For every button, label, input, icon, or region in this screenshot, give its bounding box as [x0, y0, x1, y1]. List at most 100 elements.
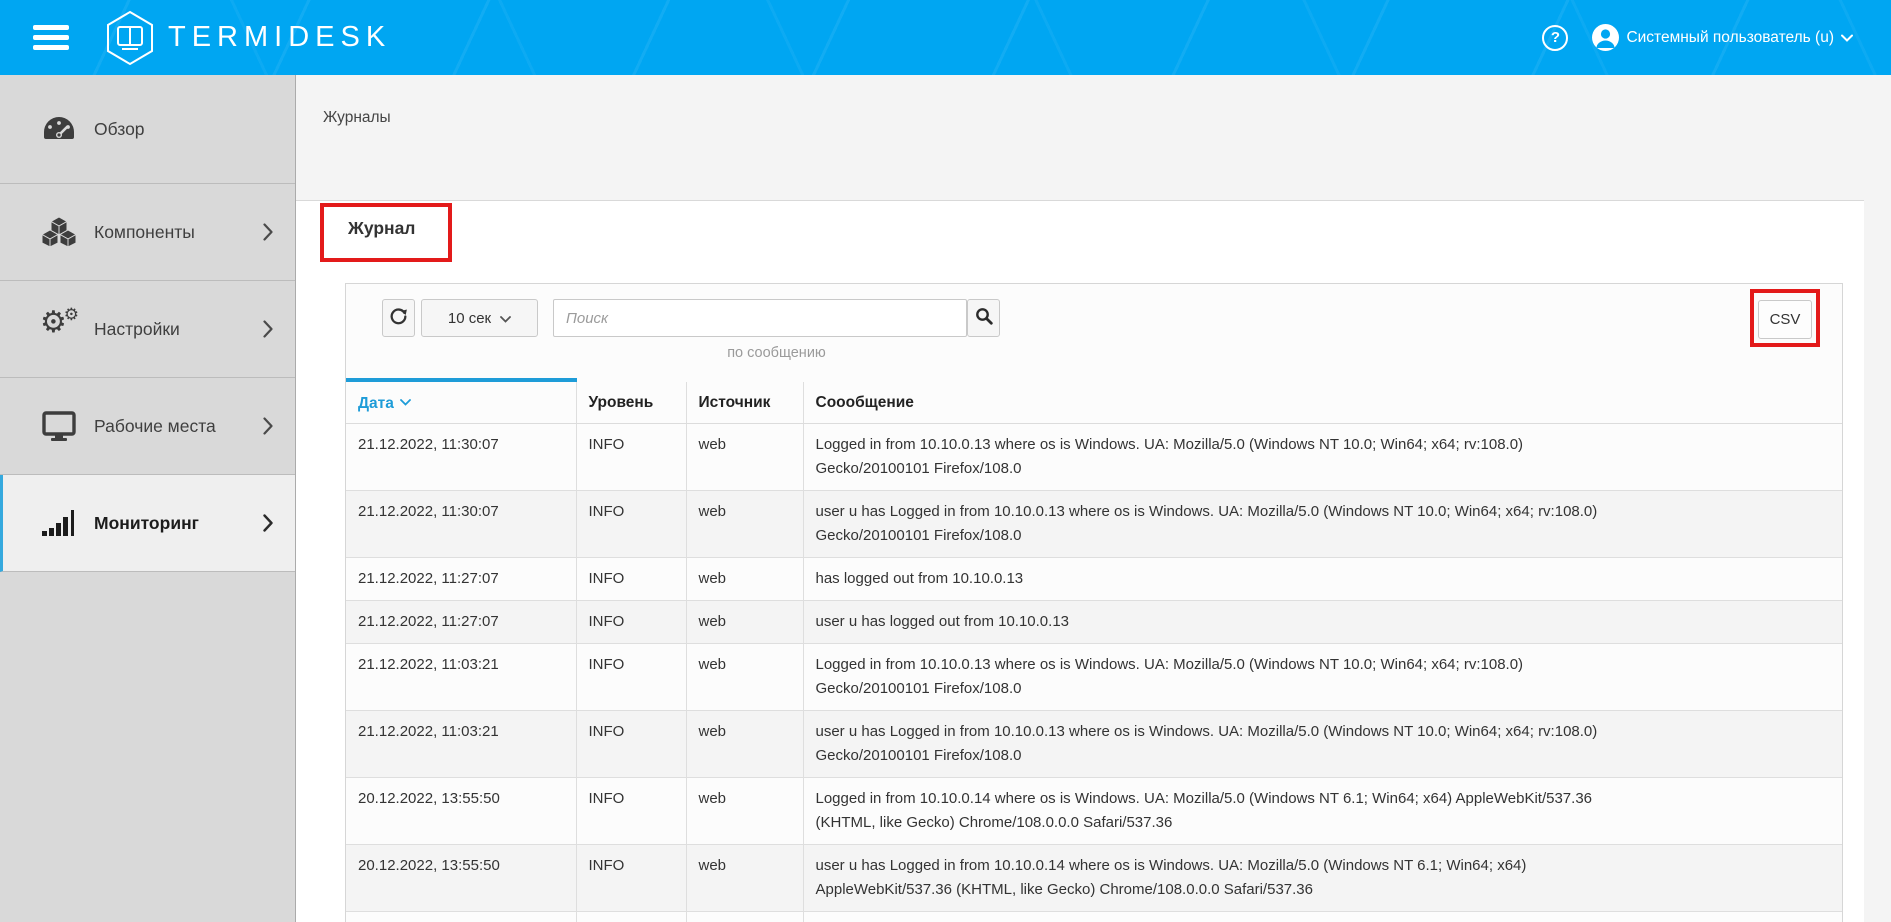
table-row: 21.12.2022, 11:30:07 INFO web user u has…: [346, 491, 1842, 558]
column-header-message[interactable]: Соообщение: [803, 380, 1842, 424]
search-group: [553, 299, 1000, 337]
gears-icon: ⚙⚙: [40, 313, 78, 345]
table-row: 21.12.2022, 11:27:07 INFO web has logged…: [346, 558, 1842, 601]
log-card: 10 сек по сообщению CSV: [345, 283, 1843, 922]
sort-chevron-down-icon: [400, 392, 411, 412]
cell-date: 21.12.2022, 11:30:07: [346, 424, 576, 491]
sidebar-item-label: Компоненты: [94, 222, 195, 243]
cell-source: web: [686, 778, 803, 845]
top-bar: TERMIDESK ? Системный пользователь (u): [0, 0, 1891, 75]
log-table: Дата Уровень Источник Соообщение 21.12.2…: [346, 378, 1842, 922]
cell-date: 20.12.2022, 13:55:50: [346, 845, 576, 912]
sidebar-item-overview[interactable]: Обзор: [0, 75, 295, 184]
cell-date: 21.12.2022, 11:03:21: [346, 711, 576, 778]
table-header-row: Дата Уровень Источник Соообщение: [346, 380, 1842, 424]
cell-level: INFO: [576, 711, 686, 778]
chevron-down-icon: [1841, 34, 1853, 42]
cell-source: web: [686, 644, 803, 711]
table-row: 16.12.2022, 15:46:28 INFO web Logged in …: [346, 912, 1842, 922]
column-label: Дата: [358, 395, 394, 412]
cell-source: web: [686, 491, 803, 558]
cell-date: 20.12.2022, 13:55:50: [346, 778, 576, 845]
chevron-right-icon: [263, 320, 273, 338]
cell-date: 21.12.2022, 11:27:07: [346, 601, 576, 644]
topbar-right: ? Системный пользователь (u): [1542, 24, 1891, 51]
chevron-down-icon: [500, 310, 511, 327]
chevron-right-icon: [263, 223, 273, 241]
sidebar-item-label: Рабочие места: [94, 416, 216, 437]
table-row: 21.12.2022, 11:03:21 INFO web user u has…: [346, 711, 1842, 778]
refresh-icon: [389, 307, 408, 330]
search-hint: по сообщению: [553, 345, 1000, 361]
sidebar-item-label: Обзор: [94, 119, 145, 140]
table-row: 20.12.2022, 13:55:50 INFO web Logged in …: [346, 778, 1842, 845]
cell-message: Logged in from 10.10.0.13 where os is Wi…: [803, 644, 1842, 711]
column-header-date[interactable]: Дата: [346, 380, 576, 424]
cell-level: INFO: [576, 644, 686, 711]
cell-date: 21.12.2022, 11:03:21: [346, 644, 576, 711]
user-name: Системный пользователь (u): [1626, 29, 1834, 47]
cell-message: user u has Logged in from 10.10.0.13 whe…: [803, 711, 1842, 778]
cell-source: web: [686, 424, 803, 491]
cell-source: web: [686, 558, 803, 601]
cell-message: user u has Logged in from 10.10.0.14 whe…: [803, 845, 1842, 912]
chevron-right-icon: [263, 514, 273, 532]
user-menu[interactable]: Системный пользователь (u): [1592, 24, 1853, 51]
search-button[interactable]: [967, 299, 1000, 337]
refresh-interval-value: 10 сек: [448, 310, 491, 327]
sidebar-item-workplaces[interactable]: Рабочие места: [0, 378, 295, 475]
column-header-level[interactable]: Уровень: [576, 380, 686, 424]
chevron-right-icon: [263, 417, 273, 435]
cell-source: web: [686, 601, 803, 644]
search-icon: [975, 307, 993, 329]
sidebar-item-settings[interactable]: ⚙⚙ Настройки: [0, 281, 295, 378]
breadcrumb: Журналы: [323, 109, 391, 127]
csv-export-button[interactable]: CSV: [1758, 300, 1812, 339]
sidebar-item-label: Мониторинг: [94, 513, 199, 534]
table-row: 21.12.2022, 11:03:21 INFO web Logged in …: [346, 644, 1842, 711]
refresh-interval-select[interactable]: 10 сек: [421, 299, 538, 337]
cell-source: web: [686, 912, 803, 922]
cell-date: 21.12.2022, 11:30:07: [346, 491, 576, 558]
cell-message: has logged out from 10.10.0.13: [803, 558, 1842, 601]
termidesk-logo-icon: [105, 10, 155, 66]
sidebar: Обзор Компоненты: [0, 75, 296, 922]
cell-level: INFO: [576, 912, 686, 922]
table-row: 21.12.2022, 11:27:07 INFO web user u has…: [346, 601, 1842, 644]
sidebar-item-label: Настройки: [94, 319, 180, 340]
cell-message: user u has Logged in from 10.10.0.13 whe…: [803, 491, 1842, 558]
cell-level: INFO: [576, 845, 686, 912]
page-title: Журнал: [348, 218, 415, 239]
bar-chart-icon: [40, 509, 78, 537]
sidebar-item-monitoring[interactable]: Мониторинг: [0, 475, 295, 572]
cell-level: INFO: [576, 558, 686, 601]
search-input[interactable]: [553, 299, 967, 337]
monitor-icon: [40, 411, 78, 441]
log-table-body: 21.12.2022, 11:30:07 INFO web Logged in …: [346, 424, 1842, 922]
cell-date: 16.12.2022, 15:46:28: [346, 912, 576, 922]
cell-level: INFO: [576, 424, 686, 491]
column-header-source[interactable]: Источник: [686, 380, 803, 424]
cell-message: Logged in from 10.10.0.13 where os is Wi…: [803, 424, 1842, 491]
gauge-icon: [40, 114, 78, 144]
cell-level: INFO: [576, 601, 686, 644]
sidebar-item-components[interactable]: Компоненты: [0, 184, 295, 281]
content-panel: Журнал 10 сек: [296, 200, 1864, 922]
cell-message: Logged in from 10.10.0.14 where os is Wi…: [803, 778, 1842, 845]
cell-date: 21.12.2022, 11:27:07: [346, 558, 576, 601]
cell-source: web: [686, 845, 803, 912]
brand-title: TERMIDESK: [168, 21, 391, 54]
table-row: 20.12.2022, 13:55:50 INFO web user u has…: [346, 845, 1842, 912]
cell-level: INFO: [576, 778, 686, 845]
refresh-button[interactable]: [382, 299, 415, 337]
help-icon[interactable]: ?: [1542, 25, 1568, 51]
cell-message: user u has logged out from 10.10.0.13: [803, 601, 1842, 644]
cubes-icon: [40, 216, 78, 248]
user-avatar-icon: [1592, 24, 1619, 51]
cell-message: Logged in from 10.10.0.13 where os is Wi…: [803, 912, 1842, 922]
cell-source: web: [686, 711, 803, 778]
main-area: Журналы Журнал 10 сек: [296, 75, 1891, 922]
hamburger-menu-icon[interactable]: [33, 20, 69, 55]
cell-level: INFO: [576, 491, 686, 558]
table-row: 21.12.2022, 11:30:07 INFO web Logged in …: [346, 424, 1842, 491]
